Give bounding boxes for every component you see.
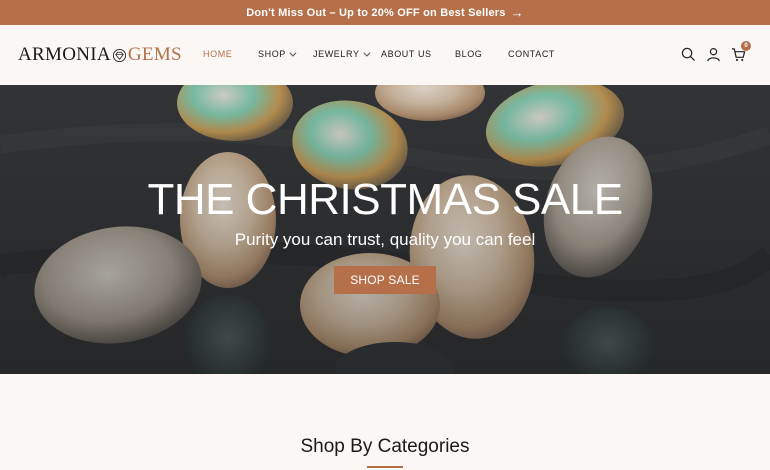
hero-banner: THE CHRISTMAS SALE Purity you can trust,… (0, 85, 770, 374)
section-title: Shop By Categories (300, 436, 470, 457)
nav-item-shop[interactable]: SHOP (258, 49, 313, 59)
hero-title: THE CHRISTMAS SALE (147, 175, 623, 224)
chevron-down-icon (289, 49, 297, 57)
cart-count-badge: 0 (741, 41, 751, 51)
hero-subtitle: Purity you can trust, quality you can fe… (234, 230, 536, 249)
arrow-right-icon: → (510, 5, 524, 20)
nav-item-label: BLOG (455, 49, 483, 59)
nav-item-contact[interactable]: CONTACT (508, 49, 555, 59)
diamond-icon (112, 48, 126, 62)
nav-item-label: JEWELRY (313, 49, 360, 59)
site-logo[interactable]: ARMONIA GEMS (18, 44, 182, 66)
nav-item-label: HOME (203, 49, 233, 59)
nav-item-label: CONTACT (508, 49, 556, 59)
nav-item-label: ABOUT US (381, 49, 432, 59)
announcement-text[interactable]: Don't Miss Out – Up to 20% OFF on Best S… (246, 7, 505, 19)
search-icon[interactable] (681, 47, 696, 62)
cart-button[interactable]: 0 (731, 41, 751, 62)
announcement-bar[interactable]: Don't Miss Out – Up to 20% OFF on Best S… (0, 0, 770, 25)
nav-item-label: SHOP (258, 49, 286, 59)
shop-sale-button[interactable]: SHOP SALE (334, 266, 436, 294)
nav-item-blog[interactable]: BLOG (455, 49, 508, 59)
nav-item-home[interactable]: HOME (203, 49, 258, 59)
main-nav: HOME SHOP JEWELRY ABOUT US BLOG CONTACT (203, 49, 555, 59)
section-title-underline (367, 466, 403, 468)
logo-text-gems: GEMS (127, 44, 182, 65)
nav-item-about[interactable]: ABOUT US (381, 49, 455, 59)
site-header: ARMONIA GEMS HOME SHOP JEWELRY ABOUT US … (0, 25, 770, 85)
header-icons: 0 (681, 41, 751, 62)
user-icon[interactable] (706, 47, 721, 62)
chevron-down-icon (362, 49, 370, 57)
logo-text-armonia: ARMONIA (18, 44, 111, 65)
nav-item-jewelry[interactable]: JEWELRY (313, 49, 381, 59)
